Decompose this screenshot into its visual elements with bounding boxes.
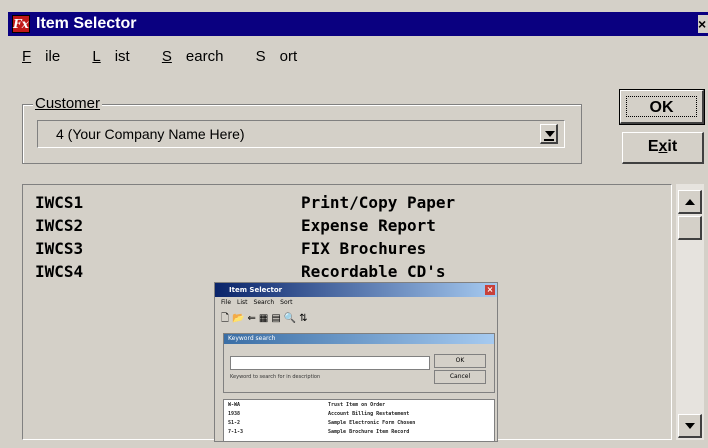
embedded-row-code: 1938 (228, 411, 241, 417)
menu-sort-label: ort (279, 48, 298, 65)
ok-button-label: OK (626, 96, 697, 117)
embedded-row-code: 7-1-3 (228, 429, 244, 435)
embedded-row: 7-1-3 Sample Brochure Item Record (228, 429, 409, 435)
list-icon: ▤ (271, 313, 281, 324)
app-icon: Fx (12, 15, 30, 33)
embedded-panel-header: Keyword search (224, 334, 494, 344)
embedded-row-code: W-WA (228, 402, 241, 408)
embedded-row-desc: Account Billing Restatement (328, 411, 410, 417)
customer-group: Customer 4 (Your Company Name Here) (22, 95, 582, 164)
scroll-down-icon[interactable] (678, 414, 702, 438)
item-desc: FIX Brochures (301, 239, 427, 258)
menu-search-accel: S (161, 48, 172, 65)
embedded-row-desc: Trust Item on Order (328, 402, 386, 408)
embedded-screenshot: Item Selector × File List Search Sort 🗋 📂 ⇐ ▦ ▤… (214, 282, 498, 442)
embedded-row-desc: Sample Electronic Form Chosen (328, 420, 416, 426)
grid-icon: ▦ (258, 313, 269, 324)
scroll-up-icon[interactable] (678, 190, 702, 214)
menu-bar: File List Search Sort (22, 48, 325, 68)
embedded-search-input (230, 356, 430, 370)
item-desc: Print/Copy Paper (301, 193, 456, 212)
open-icon: 📂 (232, 313, 245, 324)
embedded-list: W-WA Trust Item on Order 1938 Account Bill… (223, 399, 495, 441)
item-code: IWCS1 (35, 193, 84, 212)
exit-button[interactable]: Exit (622, 132, 704, 164)
menu-sort[interactable]: Sort (256, 48, 312, 65)
embedded-menu: File List Search Sort (221, 299, 298, 306)
embedded-menu-item: List (237, 299, 248, 306)
back-icon: ⇐ (247, 313, 256, 324)
embedded-title-bar: Item Selector × (215, 283, 497, 297)
embedded-search-panel: Keyword search OK Cancel Keyword to sear… (223, 333, 495, 393)
item-code: IWCS3 (35, 239, 84, 258)
menu-list-accel: L (92, 48, 101, 65)
window-title: Item Selector (36, 15, 137, 32)
ok-button[interactable]: OK (619, 89, 705, 125)
exit-post: it (667, 138, 678, 155)
title-bar: Fx Item Selector × (8, 12, 708, 36)
embedded-row: 1938 Account Billing Restatement (228, 411, 409, 417)
embedded-row-desc: Sample Brochure Item Record (328, 429, 410, 435)
embedded-ok-button: OK (434, 354, 486, 368)
menu-search[interactable]: Search (162, 48, 238, 65)
vertical-scrollbar[interactable] (676, 184, 704, 440)
search-icon: 🔍 (283, 313, 297, 324)
menu-file[interactable]: File (22, 48, 74, 65)
item-code: IWCS4 (35, 262, 84, 281)
item-code: IWCS2 (35, 216, 84, 235)
embedded-toolbar: 🗋 📂 ⇐ ▦ ▤ 🔍 ⇅ (221, 311, 311, 325)
embedded-menu-item: Sort (280, 299, 293, 306)
embedded-hint: Keyword to search for in description (230, 374, 321, 380)
customer-label-text: Customer (35, 95, 101, 112)
embedded-menu-item: File (221, 299, 232, 306)
customer-label: Customer (33, 95, 103, 112)
customer-combo[interactable]: 4 (Your Company Name Here) (37, 120, 565, 148)
combo-dropdown-icon[interactable] (540, 124, 558, 144)
menu-file-label: ile (45, 48, 61, 65)
sort-icon: ⇅ (299, 313, 308, 324)
customer-value: 4 (Your Company Name Here) (56, 126, 245, 142)
exit-pre: E (647, 138, 659, 155)
item-desc: Expense Report (301, 216, 436, 235)
close-button[interactable]: × (698, 15, 708, 33)
embedded-row-code: S1-2 (228, 420, 241, 426)
embedded-row: S1-2 Sample Electronic Form Chosen (228, 420, 415, 426)
menu-list[interactable]: List (92, 48, 143, 65)
menu-search-label: earch (185, 48, 224, 65)
menu-list-label: ist (114, 48, 130, 65)
embedded-menu-item: Search (253, 299, 275, 306)
new-icon: 🗋 (221, 313, 230, 324)
menu-file-accel: F (22, 48, 32, 65)
embedded-cancel-button: Cancel (434, 370, 486, 384)
embedded-row: W-WA Trust Item on Order (228, 402, 385, 408)
scroll-thumb[interactable] (678, 216, 702, 240)
menu-sort-accel: S (255, 48, 266, 65)
item-desc: Recordable CD's (301, 262, 446, 281)
embedded-close-icon: × (485, 285, 495, 295)
embedded-title: Item Selector (229, 286, 283, 294)
